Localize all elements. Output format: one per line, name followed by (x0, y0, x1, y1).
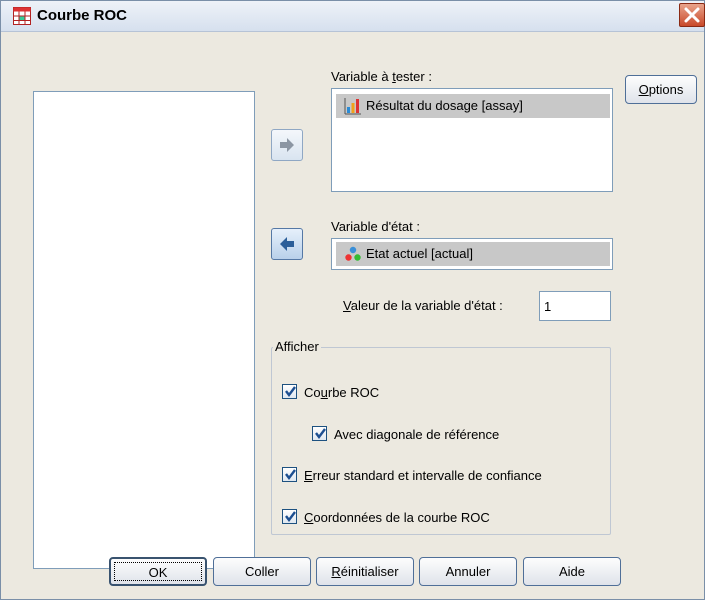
test-variable-label: Variable à tester : (331, 69, 432, 84)
standard-error-checkbox[interactable] (282, 467, 297, 482)
options-button[interactable]: Options (625, 75, 697, 104)
arrow-left-icon (280, 237, 294, 251)
cancel-button[interactable]: Annuler (419, 557, 517, 586)
help-button[interactable]: Aide (523, 557, 621, 586)
nominal-people-icon (344, 245, 362, 263)
state-variable-item-text: Etat actuel [actual] (366, 246, 473, 261)
test-variable-item-text: Résultat du dosage [assay] (366, 98, 523, 113)
checkmark-icon (315, 428, 326, 439)
arrow-right-icon (280, 138, 294, 152)
title-bar: Courbe ROC (1, 1, 705, 32)
move-state-variable-button[interactable] (271, 228, 303, 260)
state-variable-field[interactable]: Etat actuel [actual] (331, 238, 613, 270)
checkmark-icon (285, 511, 296, 522)
roc-coordinates-checkbox[interactable] (282, 509, 297, 524)
scale-bar-chart-icon (344, 97, 362, 115)
ok-button[interactable]: OK (109, 557, 207, 586)
paste-button[interactable]: Coller (213, 557, 311, 586)
move-to-test-variable-button[interactable] (271, 129, 303, 161)
state-value-label: Valeur de la variable d'état : (343, 298, 503, 313)
test-variable-list[interactable]: Résultat du dosage [assay] (331, 88, 613, 192)
checkmark-icon (285, 386, 296, 397)
standard-error-label: Erreur standard et intervalle de confian… (304, 468, 542, 483)
state-variable-item[interactable]: Etat actuel [actual] (336, 242, 610, 266)
dialog-window: Courbe ROC Variable à tester : Résultat … (0, 0, 705, 600)
roc-curve-label: Courbe ROC (304, 385, 380, 400)
display-group-legend: Afficher (273, 339, 321, 354)
reference-diagonal-checkbox[interactable] (312, 426, 327, 441)
close-icon (684, 7, 700, 23)
close-button[interactable] (679, 3, 705, 27)
source-variable-list[interactable] (33, 91, 255, 569)
window-title: Courbe ROC (37, 7, 127, 24)
reset-button[interactable]: Réinitialiser (316, 557, 414, 586)
state-value-text: 1 (544, 299, 552, 314)
state-variable-label: Variable d'état : (331, 219, 420, 234)
roc-curve-checkbox[interactable] (282, 384, 297, 399)
spreadsheet-app-icon (13, 7, 31, 25)
roc-coordinates-label: Coordonnées de la courbe ROC (304, 510, 490, 525)
state-value-input[interactable]: 1 (539, 291, 611, 321)
reference-diagonal-label: Avec diagonale de référence (334, 427, 500, 442)
checkmark-icon (285, 469, 296, 480)
test-variable-item[interactable]: Résultat du dosage [assay] (336, 94, 610, 118)
